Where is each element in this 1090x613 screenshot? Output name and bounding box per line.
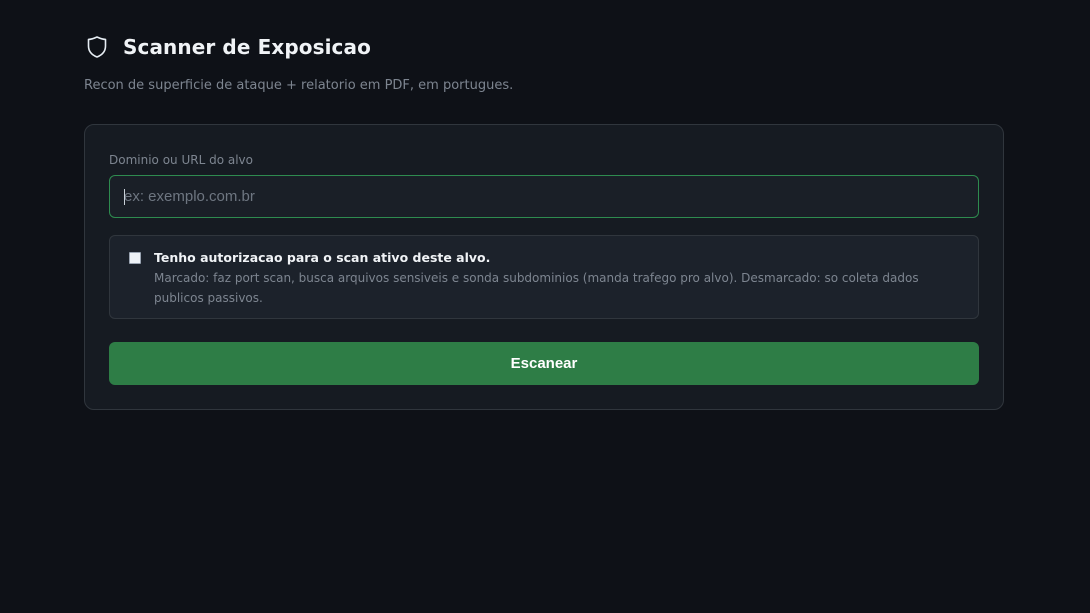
target-field-label: Dominio ou URL do alvo [109, 153, 253, 167]
page-header: Scanner de Exposicao [84, 34, 371, 60]
shield-icon [85, 34, 109, 60]
scan-form-card: Dominio ou URL do alvo Tenho autorizacao… [84, 124, 1004, 410]
authorization-checkbox[interactable] [129, 252, 141, 264]
authorization-box: Tenho autorizacao para o scan ativo dest… [109, 235, 979, 319]
scan-button[interactable]: Escanear [109, 342, 979, 385]
text-caret [124, 189, 125, 205]
target-url-input[interactable] [109, 175, 979, 218]
authorization-title: Tenho autorizacao para o scan ativo dest… [154, 250, 491, 265]
page-subtitle: Recon de superficie de ataque + relatori… [84, 78, 514, 93]
page-title: Scanner de Exposicao [123, 35, 371, 59]
authorization-description: Marcado: faz port scan, busca arquivos s… [154, 271, 919, 305]
